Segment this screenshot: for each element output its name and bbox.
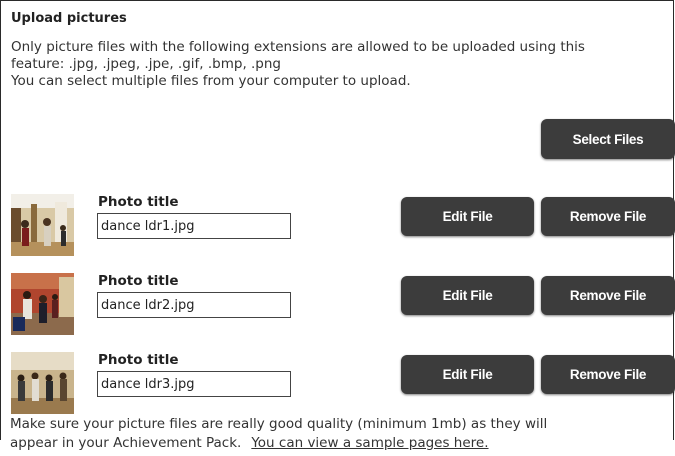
remove-file-button-3[interactable]: Remove File [541,355,675,394]
photo-title-label: Photo title [98,273,179,289]
photo-thumbnail-1[interactable] [11,194,74,256]
photo-title-label: Photo title [98,352,179,368]
instructions-line-2: feature: .jpg, .jpeg, .jpe, .gif, .bmp, … [11,56,282,72]
edit-file-button-1[interactable]: Edit File [401,197,534,236]
quality-note-text: appear in your Achievement Pack. [10,435,242,451]
remove-file-button-1[interactable]: Remove File [541,197,675,236]
edit-file-button-2[interactable]: Edit File [401,276,534,315]
photo-title-input-3[interactable] [97,371,291,397]
photo-row-2: Photo title Edit File Remove File [1,273,675,337]
photo-row-1: Photo title Edit File Remove File [1,194,675,258]
select-files-button[interactable]: Select Files [541,119,675,159]
instructions-line-3: You can select multiple files from your … [11,73,411,89]
remove-file-button-2[interactable]: Remove File [541,276,675,315]
quality-note-line-2: appear in your Achievement Pack. You can … [10,434,670,453]
photo-row-3: Photo title Edit File Remove File [1,352,675,416]
sample-pages-link[interactable]: You can view a sample pages here. [251,435,488,451]
photo-thumbnail-2[interactable] [11,273,74,335]
upload-panel: Upload pictures Only picture files with … [0,0,675,440]
photo-thumbnail-3[interactable] [11,352,74,414]
edit-file-button-3[interactable]: Edit File [401,355,534,394]
panel-heading: Upload pictures [11,11,127,26]
photo-title-label: Photo title [98,194,179,210]
instructions: Only picture files with the following ex… [11,39,671,90]
quality-note: Make sure your picture files are really … [10,415,670,453]
photo-title-input-2[interactable] [97,292,291,318]
instructions-line-1: Only picture files with the following ex… [11,39,585,55]
photo-title-input-1[interactable] [97,213,291,239]
quality-note-line-1: Make sure your picture files are really … [10,416,548,432]
